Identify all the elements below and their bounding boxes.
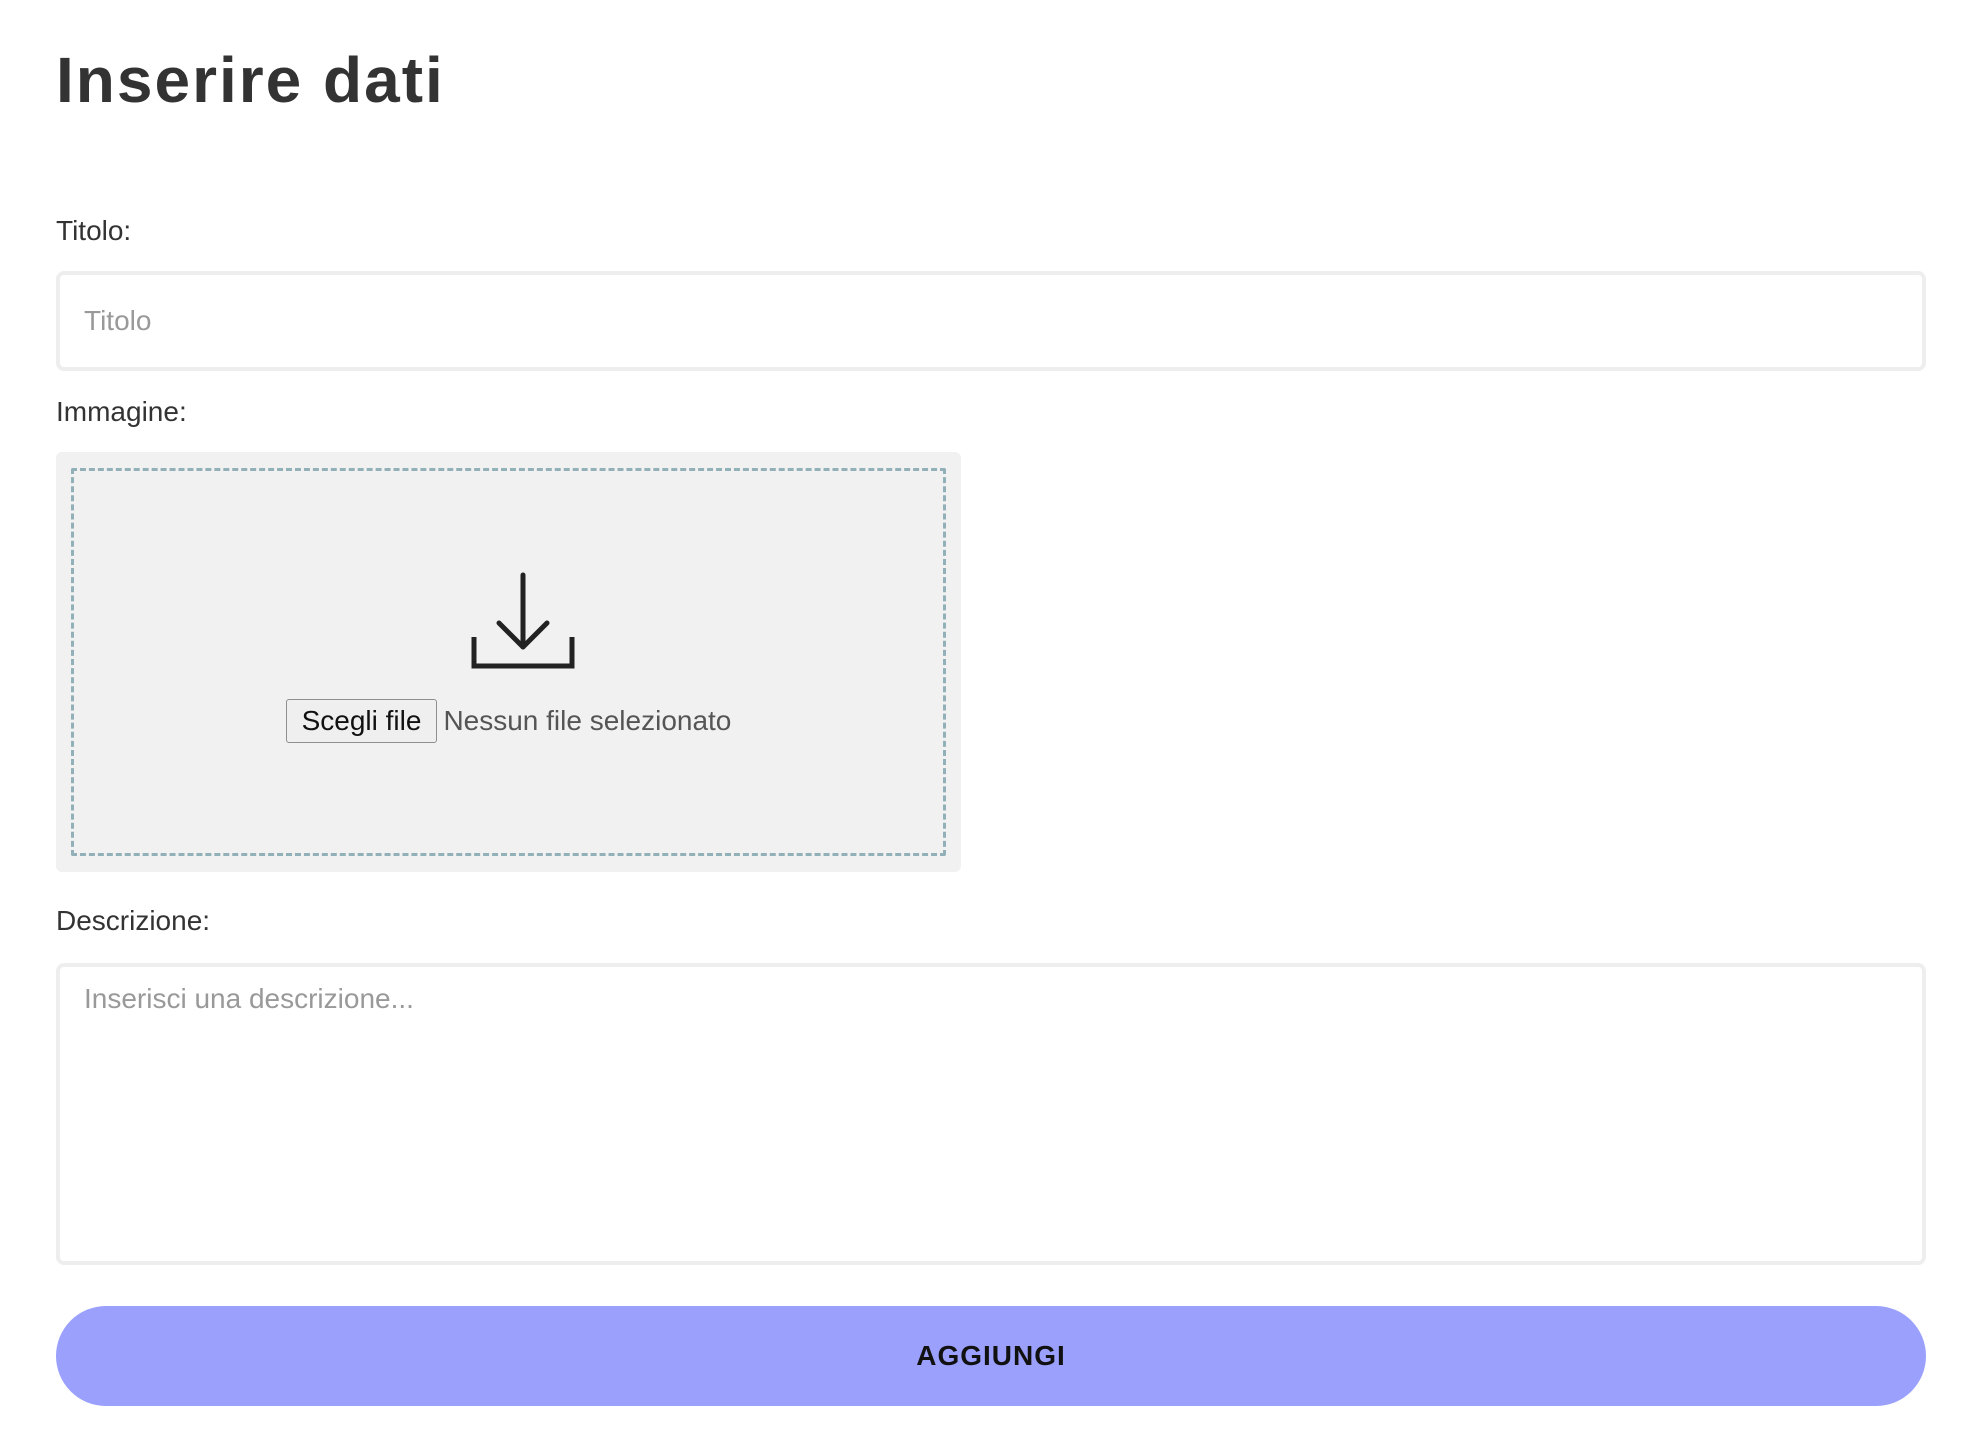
image-label: Immagine: (56, 396, 187, 427)
file-picker: Scegli file Nessun file selezionato (74, 699, 943, 743)
choose-file-button[interactable]: Scegli file (285, 699, 438, 743)
download-icon (471, 572, 575, 669)
image-dropzone-border: Scegli file Nessun file selezionato (71, 468, 946, 856)
description-label: Descrizione: (56, 905, 211, 936)
title-label: Titolo: (56, 215, 132, 246)
page-title: Inserire dati (56, 44, 445, 116)
add-button[interactable]: AGGIUNGI (56, 1306, 1926, 1406)
file-status-text: Nessun file selezionato (443, 705, 732, 736)
title-input[interactable] (56, 271, 1926, 371)
image-dropzone[interactable]: Scegli file Nessun file selezionato (56, 452, 961, 872)
description-textarea[interactable] (56, 963, 1926, 1265)
